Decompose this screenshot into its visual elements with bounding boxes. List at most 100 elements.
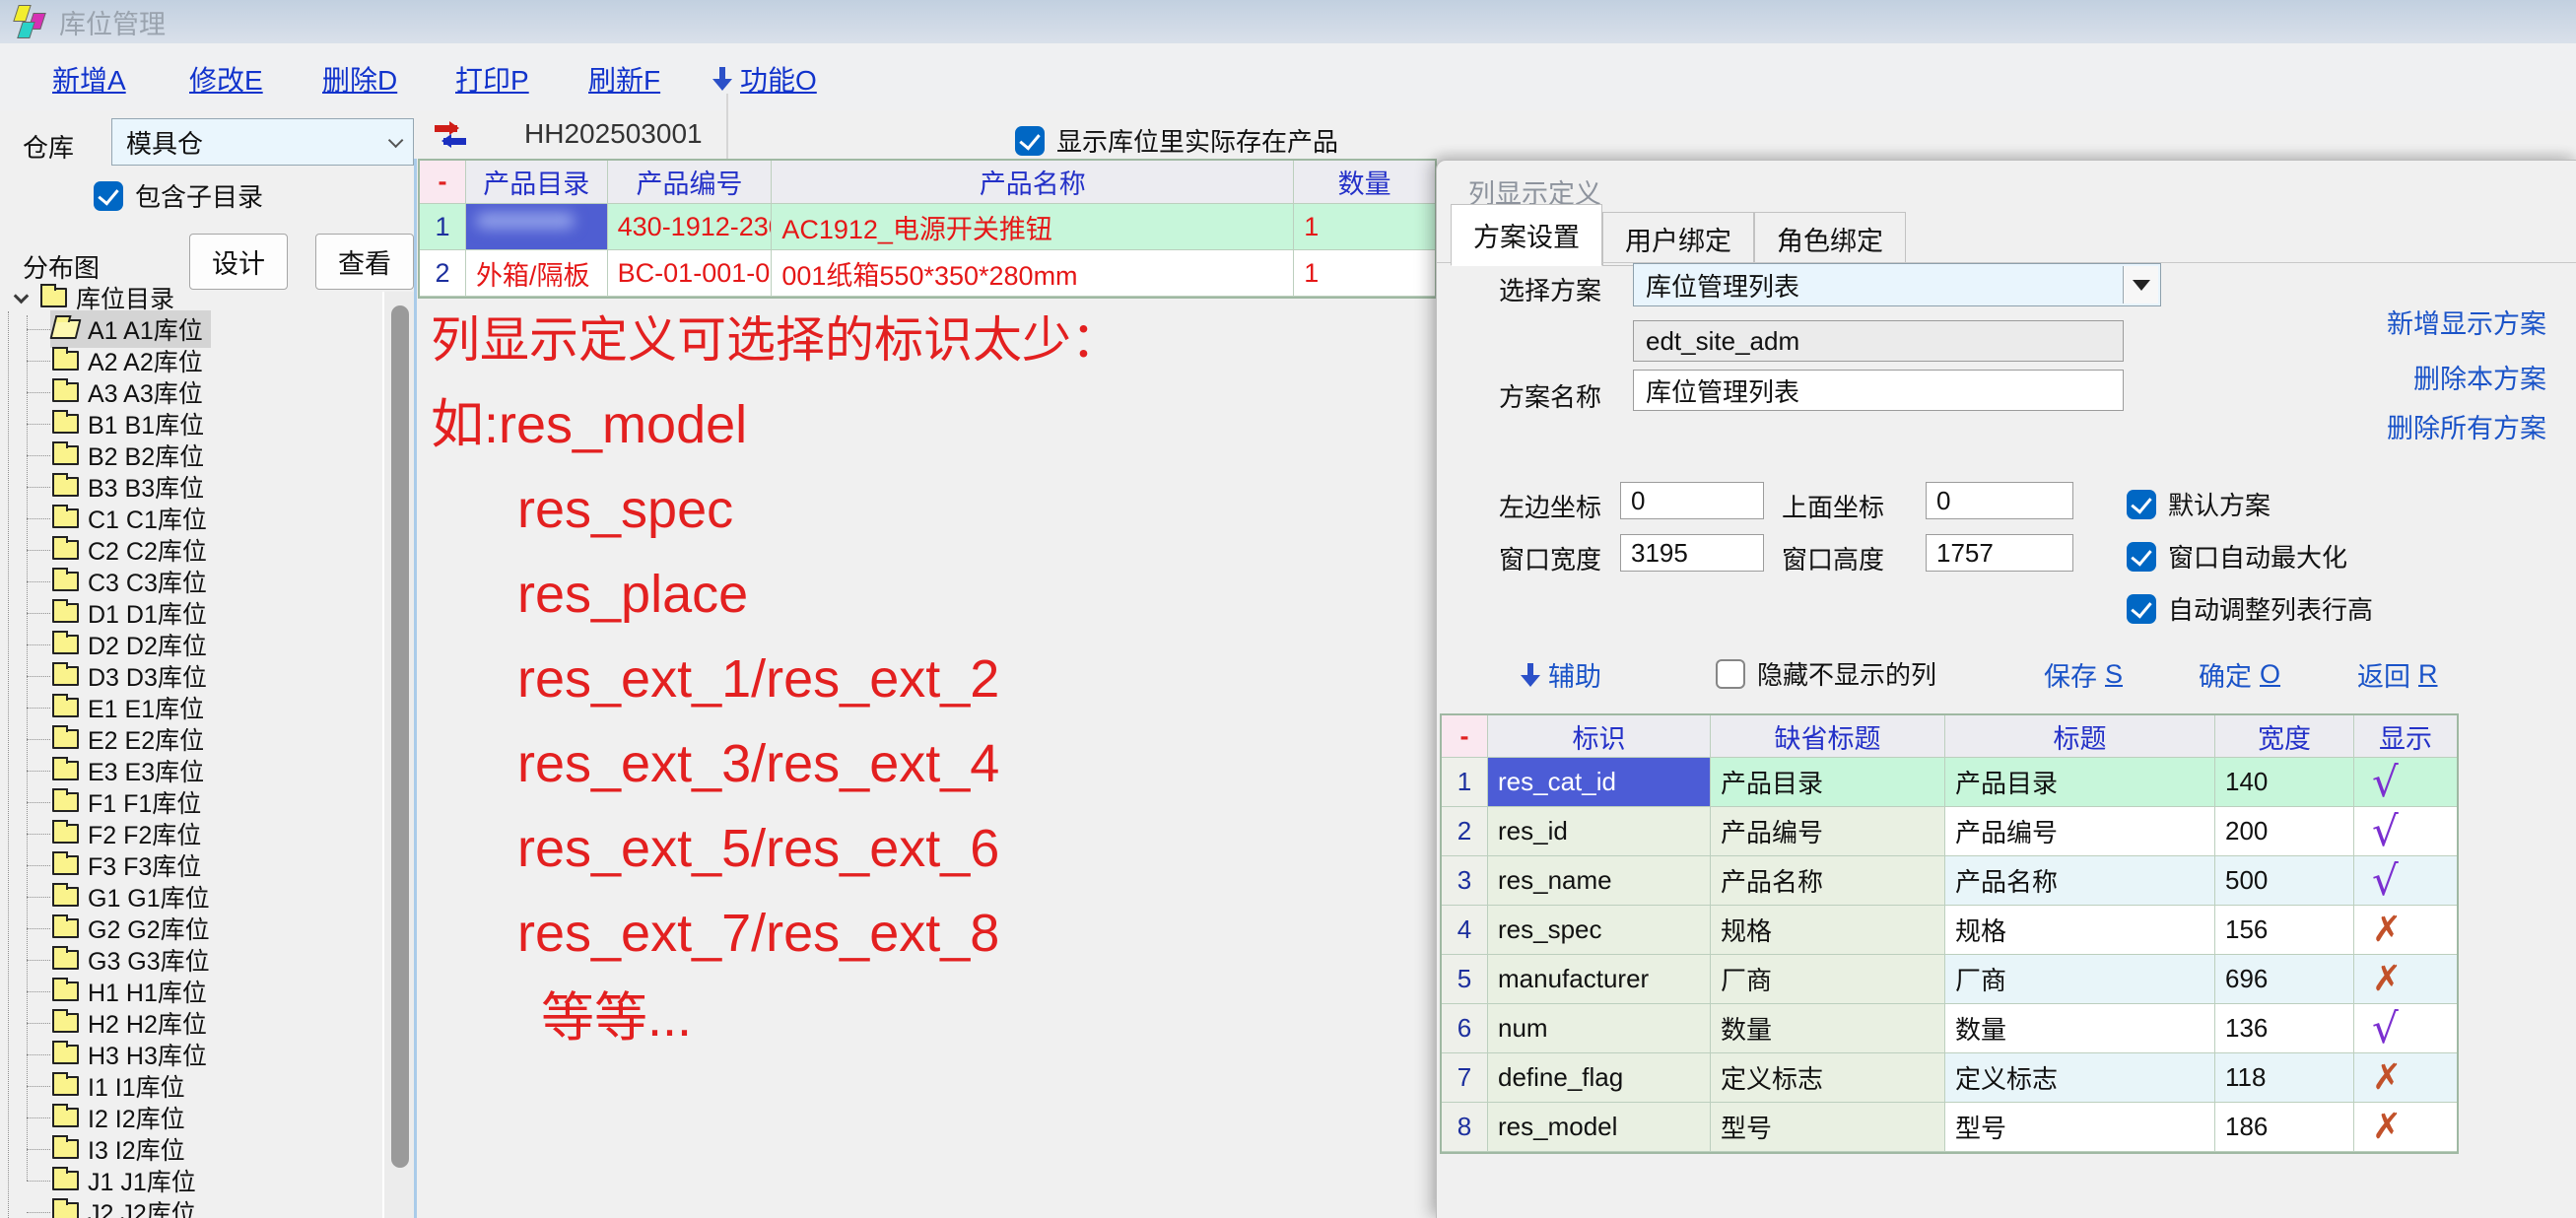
tree-item-A3[interactable]: A3 A3库位 xyxy=(0,376,382,408)
annotation-line: res_ext_7/res_ext_8 xyxy=(431,891,1120,976)
config-row-res_spec[interactable]: 4res_spec规格规格156✗ xyxy=(1442,906,2457,955)
show-cell: ✗ xyxy=(2354,906,2457,955)
tree-item-F2[interactable]: F2 F2库位 xyxy=(0,818,382,849)
toolbar-item-删除D[interactable]: 删除D xyxy=(322,59,397,99)
doc-no-input[interactable]: HH202503001 xyxy=(524,118,836,158)
toolbar-item-新增A[interactable]: 新增A xyxy=(52,59,126,99)
tree-item-A2[interactable]: A2 A2库位 xyxy=(0,345,382,376)
tree-item-G3[interactable]: G3 G3库位 xyxy=(0,944,382,976)
censored-content xyxy=(466,204,607,249)
link-删除所有方案[interactable]: 删除所有方案 xyxy=(2387,407,2546,445)
plan-select[interactable]: 库位管理列表 xyxy=(1633,263,2161,306)
row-number: 6 xyxy=(1442,1004,1488,1053)
toolbar-item-label: 删除D xyxy=(322,59,397,99)
tree-item-A1[interactable]: A1 A1库位 xyxy=(0,313,382,345)
tree-item-B3[interactable]: B3 B3库位 xyxy=(0,471,382,503)
product-row[interactable]: 1430-1912-2300AC1912_电源开关推钮1 xyxy=(420,204,1435,250)
config-row-res_cat_id[interactable]: 1res_cat_id产品目录产品目录140√ xyxy=(1442,758,2457,807)
folder-icon xyxy=(52,508,79,528)
config-row-res_name[interactable]: 3res_name产品名称产品名称500√ xyxy=(1442,856,2457,906)
tree-item-C1[interactable]: C1 C1库位 xyxy=(0,503,382,534)
checkbox-自动调整列表行高[interactable]: 自动调整列表行高 xyxy=(2127,590,2373,627)
width-cell: 140 xyxy=(2215,758,2354,807)
include-subdir-checkbox[interactable]: 包含子目录 xyxy=(94,177,263,214)
tree-item-I1[interactable]: I1 I1库位 xyxy=(0,1070,382,1102)
link-新增显示方案[interactable]: 新增显示方案 xyxy=(2387,303,2546,341)
tree-item-J2[interactable]: J2 J2库位 xyxy=(0,1196,382,1218)
tab-角色绑定[interactable]: 角色绑定 xyxy=(1754,212,1906,266)
toolbar-item-label: 新增A xyxy=(52,59,126,99)
action-link-R[interactable]: 返回 R xyxy=(2357,655,2438,694)
tree-item-C3[interactable]: C3 C3库位 xyxy=(0,566,382,597)
product-table-header: -产品目录产品编号产品名称数量 xyxy=(420,161,1435,204)
toolbar-item-打印P[interactable]: 打印P xyxy=(455,59,529,99)
tree-item-I2[interactable]: I2 I2库位 xyxy=(0,1102,382,1133)
tree-item-E1[interactable]: E1 E1库位 xyxy=(0,692,382,723)
tree-item-H2[interactable]: H2 H2库位 xyxy=(0,1007,382,1039)
row-number: 2 xyxy=(1442,807,1488,856)
annotation-line: 列显示定义可选择的标识太少： xyxy=(431,298,1120,382)
tree-item-D1[interactable]: D1 D1库位 xyxy=(0,597,382,629)
width-cell: 500 xyxy=(2215,856,2354,906)
check-mark-icon: √ xyxy=(2372,856,2399,905)
select-plan-label: 选择方案 xyxy=(1499,271,1601,307)
win-height-input[interactable]: 1757 xyxy=(1926,534,2073,572)
top-coord-input[interactable]: 0 xyxy=(1926,482,2073,519)
tree-item-H3[interactable]: H3 H3库位 xyxy=(0,1039,382,1070)
toolbar-item-刷新F[interactable]: 刷新F xyxy=(588,59,660,99)
tree-item-E2[interactable]: E2 E2库位 xyxy=(0,723,382,755)
title-cell: 数量 xyxy=(1945,1004,2215,1053)
config-row-num[interactable]: 6num数量数量136√ xyxy=(1442,1004,2457,1053)
field-id-cell: res_model xyxy=(1488,1103,1711,1152)
swap-icon[interactable] xyxy=(431,122,472,152)
product-row[interactable]: 2外箱/隔板BC-01-001-0001纸箱550*350*280mm1 xyxy=(420,250,1435,297)
tree-item-H1[interactable]: H1 H1库位 xyxy=(0,976,382,1007)
config-row-define_flag[interactable]: 7define_flag定义标志定义标志118✗ xyxy=(1442,1053,2457,1103)
config-row-res_model[interactable]: 8res_model型号型号186✗ xyxy=(1442,1103,2457,1152)
row-number: 8 xyxy=(1442,1103,1488,1152)
checkbox-默认方案[interactable]: 默认方案 xyxy=(2127,486,2271,522)
toolbar-item-功能O[interactable]: 功能O xyxy=(712,59,817,99)
folder-icon xyxy=(52,572,79,591)
tab-方案设置[interactable]: 方案设置 xyxy=(1451,204,1602,266)
field-id-cell: num xyxy=(1488,1004,1711,1053)
config-row-res_id[interactable]: 2res_id产品编号产品编号200√ xyxy=(1442,807,2457,856)
title-cell: 厂商 xyxy=(1945,955,2215,1004)
action-link-S[interactable]: 保存 S xyxy=(2044,655,2123,694)
folder-icon xyxy=(52,761,79,780)
action-link-O[interactable]: 确定 O xyxy=(2199,655,2280,694)
checkbox-窗口自动最大化[interactable]: 窗口自动最大化 xyxy=(2127,538,2347,575)
tab-用户绑定[interactable]: 用户绑定 xyxy=(1602,212,1754,266)
tree-item-J1[interactable]: J1 J1库位 xyxy=(0,1165,382,1196)
show-cell: √ xyxy=(2354,758,2457,807)
aux-link[interactable]: 辅助 xyxy=(1521,655,1601,694)
tree-item-B1[interactable]: B1 B1库位 xyxy=(0,408,382,440)
show-products-checkbox[interactable]: 显示库位里实际存在产品 xyxy=(1015,122,1338,159)
tree-item-F3[interactable]: F3 F3库位 xyxy=(0,849,382,881)
tree-item-E3[interactable]: E3 E3库位 xyxy=(0,755,382,786)
tree-item-G2[interactable]: G2 G2库位 xyxy=(0,913,382,944)
tree-connector xyxy=(27,487,50,488)
left-coord-input[interactable]: 0 xyxy=(1620,482,1764,519)
default-title-cell: 产品名称 xyxy=(1711,856,1945,906)
tree-item-F1[interactable]: F1 F1库位 xyxy=(0,786,382,818)
tree-item-D3[interactable]: D3 D3库位 xyxy=(0,660,382,692)
plan-name-input[interactable]: 库位管理列表 xyxy=(1633,370,2124,411)
tree-item-D2[interactable]: D2 D2库位 xyxy=(0,629,382,660)
tree-item-C2[interactable]: C2 C2库位 xyxy=(0,534,382,566)
link-删除本方案[interactable]: 删除本方案 xyxy=(2413,358,2546,396)
tree-scrollbar[interactable] xyxy=(382,292,415,1218)
tree-root[interactable]: 库位目录 xyxy=(0,282,382,313)
win-width-input[interactable]: 3195 xyxy=(1620,534,1764,572)
title-cell: 型号 xyxy=(1945,1103,2215,1152)
toolbar-item-修改E[interactable]: 修改E xyxy=(189,59,263,99)
dropdown-button[interactable] xyxy=(2123,266,2158,304)
annotation-line: 等等... xyxy=(431,976,1120,1060)
tree-item-B2[interactable]: B2 B2库位 xyxy=(0,440,382,471)
hide-columns-checkbox[interactable]: 隐藏不显示的列 xyxy=(1716,655,1936,692)
tree-item-I3[interactable]: I3 I2库位 xyxy=(0,1133,382,1165)
tree-scrollbar-thumb[interactable] xyxy=(391,305,409,1168)
tree-item-G1[interactable]: G1 G1库位 xyxy=(0,881,382,913)
warehouse-select[interactable]: 模具仓 xyxy=(111,118,414,166)
config-row-manufacturer[interactable]: 5manufacturer厂商厂商696✗ xyxy=(1442,955,2457,1004)
